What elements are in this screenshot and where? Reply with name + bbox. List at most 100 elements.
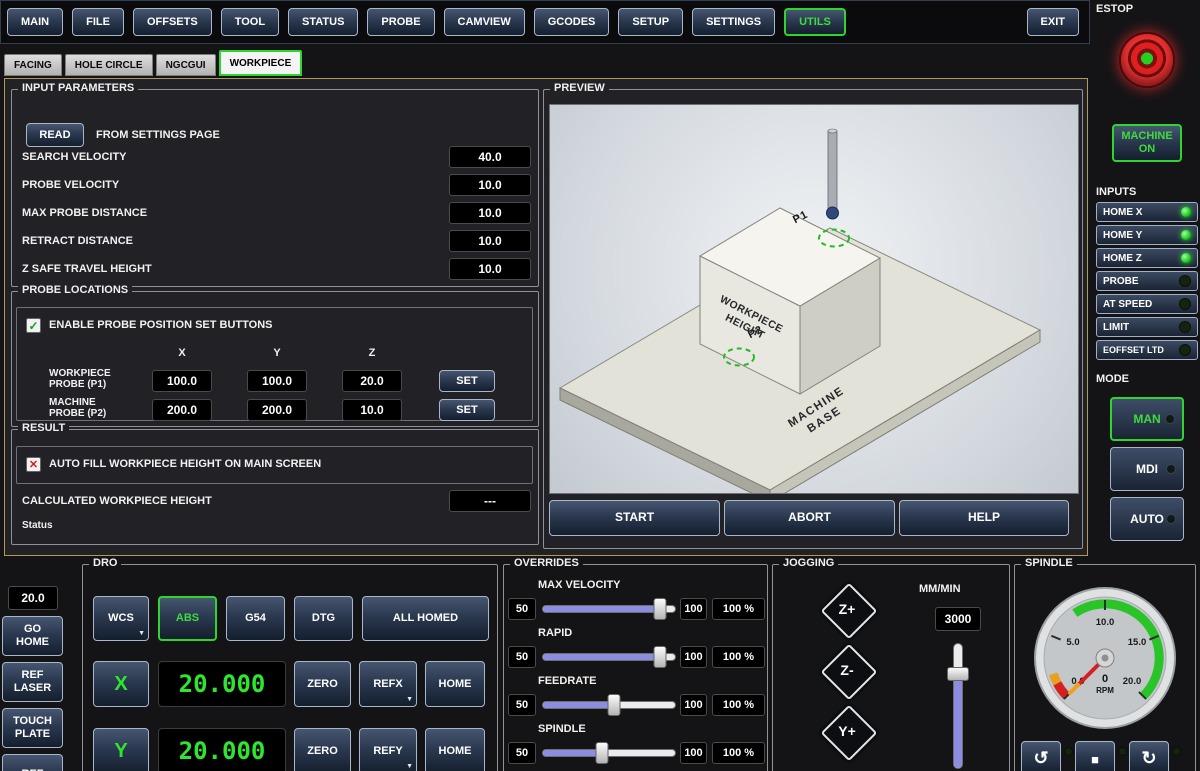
ref-button[interactable]: REF	[2, 754, 63, 771]
start-button[interactable]: START	[549, 500, 720, 536]
menu-file[interactable]: FILE	[72, 8, 124, 36]
home-x-button[interactable]: HOME	[425, 661, 485, 707]
search-velocity-value[interactable]: 40.0	[449, 146, 531, 168]
spindle-cw-button[interactable]	[1129, 741, 1169, 771]
p1-x-value[interactable]: 100.0	[152, 370, 212, 392]
input-eoffset-ltd: EOFFSET LTD	[1096, 340, 1198, 360]
tab-facing[interactable]: FACING	[4, 54, 62, 76]
app-window: MAIN FILE OFFSETS TOOL STATUS PROBE CAMV…	[0, 0, 1200, 771]
probe-led	[1179, 275, 1191, 287]
jog-rate-slider[interactable]	[953, 643, 963, 769]
tab-ngcgui[interactable]: NGCGUI	[156, 54, 216, 76]
menu-gcodes[interactable]: GCODES	[534, 8, 610, 36]
p1-z-value[interactable]: 20.0	[342, 370, 402, 392]
result-group: RESULT AUTO FILL WORKPIECE HEIGHT ON MAI…	[11, 429, 539, 545]
max-probe-distance-value[interactable]: 10.0	[449, 202, 531, 224]
axis-x-button[interactable]: X	[93, 661, 149, 707]
mode-auto-button[interactable]: AUTO	[1110, 497, 1184, 541]
touch-plate-height-value[interactable]: 20.0	[8, 586, 58, 610]
menu-main[interactable]: MAIN	[7, 8, 63, 36]
home-y-button[interactable]: HOME	[425, 728, 485, 771]
abort-button[interactable]: ABORT	[724, 500, 895, 536]
column-header-x: X	[152, 347, 212, 359]
slider-fill	[543, 702, 614, 708]
jog-z-minus-button[interactable]: Z-	[819, 642, 875, 698]
p1-y-value[interactable]: 100.0	[247, 370, 307, 392]
slider-thumb[interactable]	[654, 646, 667, 668]
read-button[interactable]: READ	[26, 123, 84, 147]
go-home-button[interactable]: GO HOME	[2, 616, 63, 656]
p2-y-value[interactable]: 200.0	[247, 399, 307, 421]
feedrate-label: FEEDRATE	[538, 675, 596, 687]
p2-set-button[interactable]: SET	[439, 399, 495, 421]
zero-y-button[interactable]: ZERO	[294, 728, 351, 771]
wcs-button[interactable]: WCS	[93, 596, 149, 641]
mode-man-button[interactable]: MAN	[1110, 397, 1184, 441]
max-velocity-slider[interactable]	[542, 605, 676, 613]
probe-velocity-value[interactable]: 10.0	[449, 174, 531, 196]
preview-canvas: P1 P2 WORKPIECE HEIGHT MACHINE BASE	[549, 104, 1079, 494]
menu-tool[interactable]: TOOL	[221, 8, 279, 36]
spindle-ccw-led	[1064, 747, 1073, 756]
machine-on-line1: MACHINE	[1121, 130, 1172, 143]
gauge-tick-5: 5.0	[1066, 637, 1079, 648]
machine-on-button[interactable]: MACHINE ON	[1112, 124, 1182, 162]
abs-button[interactable]: ABS	[158, 596, 217, 641]
rapid-slider[interactable]	[542, 653, 676, 661]
all-homed-button[interactable]: ALL HOMED	[362, 596, 489, 641]
help-button[interactable]: HELP	[899, 500, 1069, 536]
jog-unit-label: MM/MIN	[919, 583, 961, 595]
calculated-height-value: ---	[449, 490, 531, 512]
z-safe-travel-value[interactable]: 10.0	[449, 258, 531, 280]
feedrate-slider[interactable]	[542, 701, 676, 709]
menu-probe[interactable]: PROBE	[367, 8, 434, 36]
menu-utils[interactable]: UTILS	[784, 8, 846, 36]
jog-rate-value[interactable]: 3000	[935, 607, 981, 631]
rapid-max: 100	[680, 646, 707, 668]
max-velocity-max: 100	[680, 598, 707, 620]
enable-probe-buttons-checkbox[interactable]	[26, 318, 41, 333]
touch-plate-button[interactable]: TOUCH PLATE	[2, 708, 63, 748]
refy-button[interactable]: REFY	[359, 728, 417, 771]
jog-z-plus-button[interactable]: Z+	[819, 581, 875, 637]
slider-thumb[interactable]	[947, 667, 969, 681]
estop-button[interactable]	[1119, 32, 1175, 88]
exit-button[interactable]: EXIT	[1027, 8, 1079, 36]
home-y-led	[1181, 230, 1191, 240]
jog-y-plus-button[interactable]: Y+	[819, 703, 875, 759]
column-header-y: Y	[247, 347, 307, 359]
spindle-stop-button[interactable]	[1075, 741, 1115, 771]
p2-x-value[interactable]: 200.0	[152, 399, 212, 421]
menu-status[interactable]: STATUS	[288, 8, 358, 36]
tab-workpiece[interactable]: WORKPIECE	[219, 50, 303, 76]
tab-hole-circle[interactable]: HOLE CIRCLE	[65, 54, 153, 76]
home-x-led	[1181, 207, 1191, 217]
mode-mdi-button[interactable]: MDI	[1110, 447, 1184, 491]
workpiece-probe-row-label: WORKPIECE PROBE (P1)	[49, 368, 111, 390]
input-label: PROBE	[1097, 276, 1139, 287]
slider-thumb[interactable]	[608, 694, 621, 716]
axis-y-button[interactable]: Y	[93, 728, 149, 771]
refx-button[interactable]: REFX	[359, 661, 417, 707]
menu-offsets[interactable]: OFFSETS	[133, 8, 212, 36]
preview-isometric-drawing: P1 P2 WORKPIECE HEIGHT MACHINE BASE	[550, 105, 1078, 493]
slider-thumb[interactable]	[596, 742, 609, 764]
max-velocity-pct: 100 %	[712, 598, 765, 620]
slider-thumb[interactable]	[654, 598, 667, 620]
spindle-ovr-slider[interactable]	[542, 749, 676, 757]
probe-shaft	[828, 131, 837, 209]
retract-distance-value[interactable]: 10.0	[449, 230, 531, 252]
menu-camview[interactable]: CAMVIEW	[444, 8, 525, 36]
p2-z-value[interactable]: 10.0	[342, 399, 402, 421]
autofill-checkbox[interactable]	[26, 457, 41, 472]
ref-laser-button[interactable]: REF LASER	[2, 662, 63, 702]
dtg-button[interactable]: DTG	[294, 596, 353, 641]
p1-set-button[interactable]: SET	[439, 370, 495, 392]
dro-group: DRO WCS ABS G54 DTG ALL HOMED X 20.000 Z…	[82, 564, 498, 771]
menu-settings[interactable]: SETTINGS	[692, 8, 775, 36]
input-label: HOME Z	[1097, 253, 1142, 264]
zero-x-button[interactable]: ZERO	[294, 661, 351, 707]
spindle-ccw-button[interactable]	[1021, 741, 1061, 771]
menu-setup[interactable]: SETUP	[618, 8, 683, 36]
g54-button[interactable]: G54	[226, 596, 285, 641]
